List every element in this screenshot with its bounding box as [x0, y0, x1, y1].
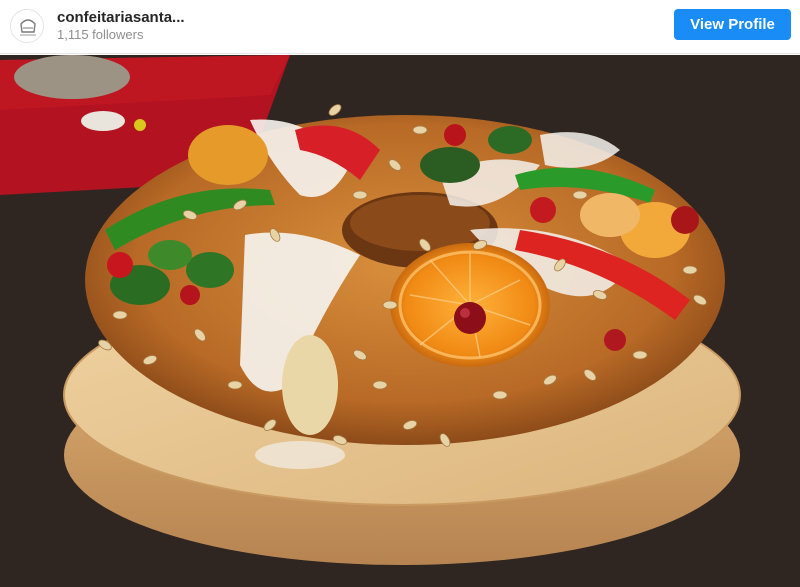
follower-count: 1,115 followers: [57, 27, 144, 42]
post-photo[interactable]: [0, 55, 800, 587]
photo-image: [0, 55, 800, 587]
avatar[interactable]: [10, 9, 44, 43]
profile-username[interactable]: confeitariasanta...: [57, 9, 185, 26]
profile-header: confeitariasanta... 1,115 followers View…: [0, 0, 800, 54]
bakery-logo-icon: [11, 10, 43, 42]
view-profile-button[interactable]: View Profile: [674, 9, 791, 40]
